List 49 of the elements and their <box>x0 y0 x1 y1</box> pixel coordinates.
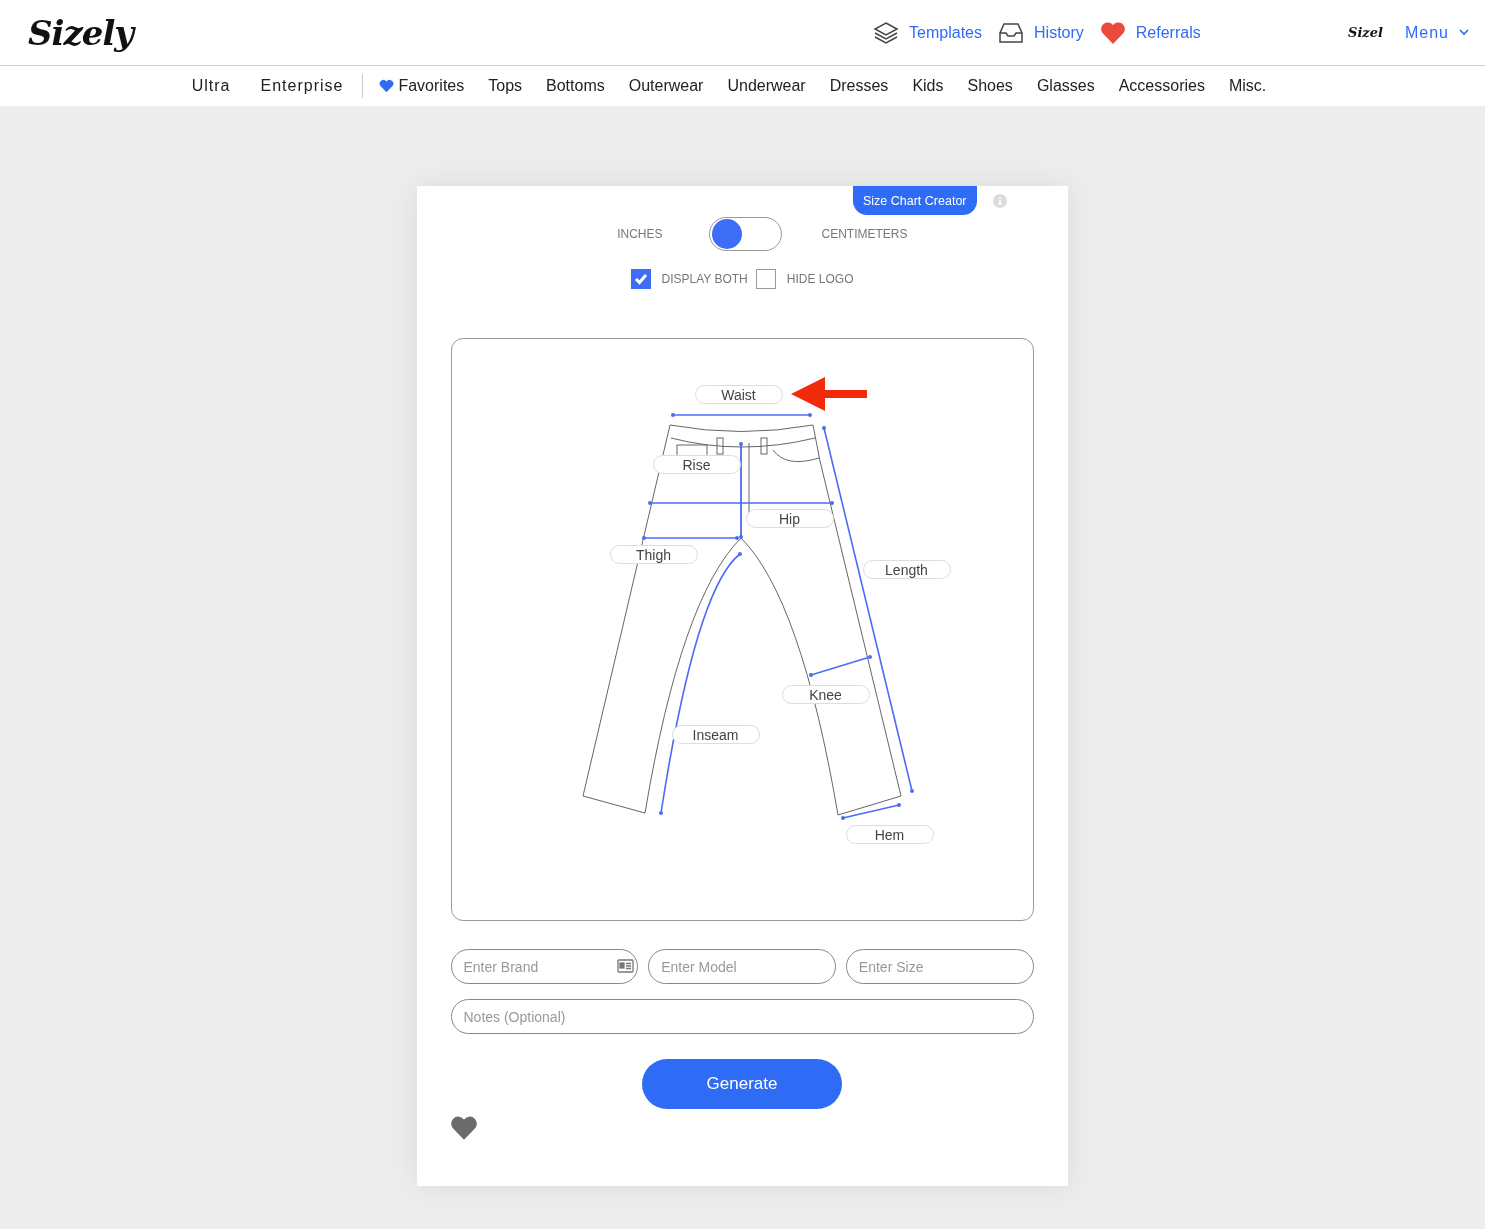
category-link[interactable]: Shoes <box>967 77 1013 95</box>
layers-icon <box>873 20 900 45</box>
measurement-label[interactable]: Hip <box>745 509 834 528</box>
pointer-arrow-icon <box>790 377 867 411</box>
category-link[interactable]: Dresses <box>829 77 889 95</box>
heart-icon[interactable] <box>449 1115 478 1141</box>
text-field[interactable]: Enter Brand <box>450 949 639 984</box>
category-link[interactable]: Favorites <box>379 77 465 95</box>
checkbox[interactable] <box>630 269 651 289</box>
text-field[interactable]: Enter Size <box>845 949 1034 984</box>
measurement-label[interactable]: Knee <box>781 685 870 704</box>
text-field[interactable]: Enter Model <box>648 949 836 984</box>
chevron-icon <box>1459 29 1469 36</box>
category-link[interactable]: Accessories <box>1118 77 1205 95</box>
header-link[interactable]: History <box>998 20 1084 45</box>
logo[interactable]: Sizely <box>28 12 134 53</box>
measurement-label[interactable]: Length <box>862 560 951 579</box>
category-link[interactable]: Misc. <box>1228 77 1267 95</box>
header-link[interactable]: Templates <box>873 20 982 45</box>
category-link[interactable]: Ultra <box>188 77 234 95</box>
measurement-label[interactable]: Thigh <box>609 545 698 564</box>
measurement-label[interactable]: Waist <box>694 385 783 404</box>
category-link[interactable]: Tops <box>488 77 523 95</box>
contact-card-icon[interactable] <box>617 959 635 973</box>
category-link[interactable]: Outerwear <box>628 77 704 95</box>
menu-button[interactable]: Menu <box>1404 23 1469 42</box>
heart-icon <box>379 79 395 93</box>
category-link[interactable]: Enterprise <box>257 77 347 95</box>
header-link[interactable]: Referrals <box>1099 20 1201 45</box>
measurement-label[interactable]: Inseam <box>671 725 760 744</box>
title-badge: Size Chart Creator <box>853 186 977 215</box>
option-label: DISPLAY BOTH <box>661 272 748 286</box>
unit-label: INCHES <box>616 227 664 241</box>
measurement-label[interactable]: Hem <box>845 825 934 844</box>
checkmark-icon <box>633 273 648 285</box>
option-label: HIDE LOGO <box>786 272 854 286</box>
category-link[interactable]: Underwear <box>727 77 806 95</box>
category-link[interactable]: Bottoms <box>546 77 605 95</box>
category-link[interactable]: Glasses <box>1036 77 1095 95</box>
checkbox[interactable] <box>755 269 776 289</box>
category-link[interactable]: Kids <box>912 77 944 95</box>
generate-button[interactable]: Generate <box>642 1059 842 1109</box>
inbox-icon <box>998 21 1024 44</box>
notes-field[interactable]: Notes (Optional) <box>450 999 1034 1034</box>
small-logo: Sizel <box>1348 25 1383 40</box>
unit-toggle[interactable] <box>708 217 782 251</box>
measurement-label[interactable]: Rise <box>652 455 741 474</box>
heart-icon <box>1099 20 1126 45</box>
unit-label: CENTIMETERS <box>821 227 909 241</box>
